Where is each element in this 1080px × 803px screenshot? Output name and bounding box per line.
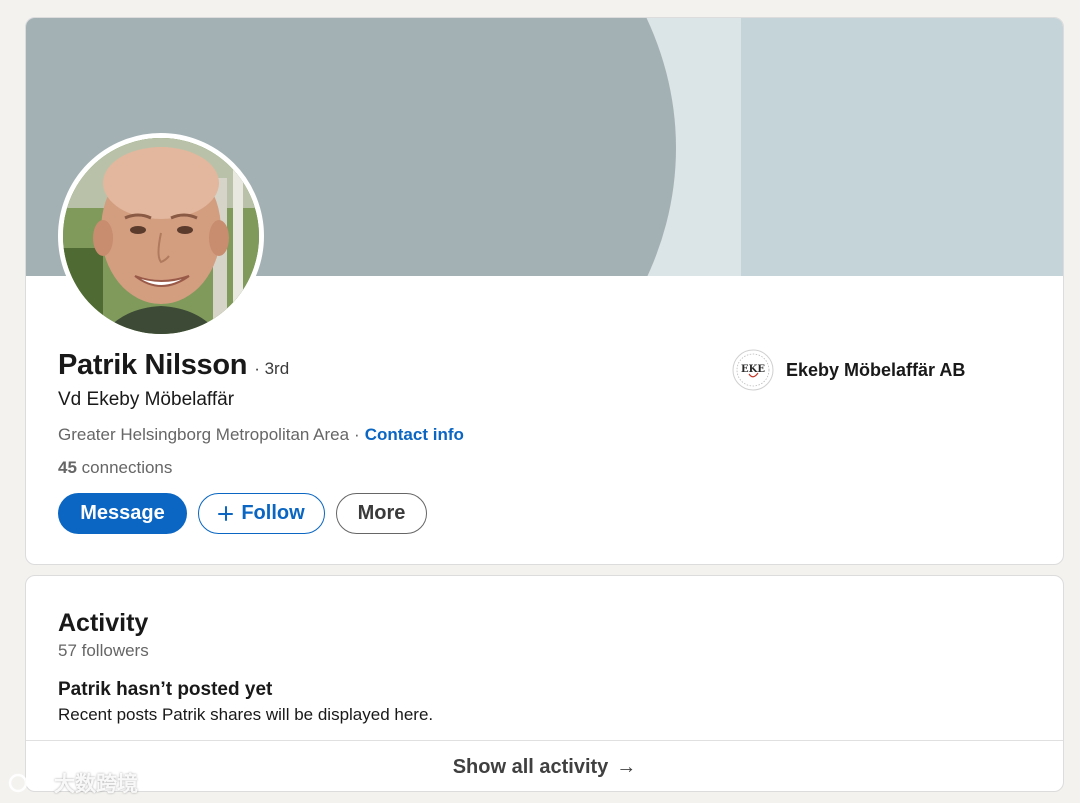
follow-button-label: Follow: [241, 502, 305, 524]
plus-icon: [218, 506, 234, 521]
more-button-label: More: [357, 502, 406, 524]
connections-link[interactable]: 45 connections: [58, 458, 172, 478]
avatar-photo: [63, 138, 259, 334]
profile-headline: Vd Ekeby Möbelaffär: [58, 389, 235, 410]
activity-footer: Show all activity →: [26, 740, 1063, 791]
current-company[interactable]: EKE Ekeby Möbelaffär AB: [731, 348, 965, 392]
profile-name: Patrik Nilsson: [58, 349, 248, 381]
connection-degree: · 3rd: [254, 359, 290, 378]
connections-count: 45: [58, 458, 77, 477]
message-button-label: Message: [80, 502, 165, 524]
arrow-right-icon: →: [616, 755, 637, 778]
location-row: Greater Helsingborg Metropolitan Area · …: [58, 425, 464, 445]
company-logo-icon: EKE: [732, 349, 774, 391]
watermark-logo-icon: [8, 773, 48, 793]
message-button[interactable]: Message: [58, 493, 187, 534]
location-separator: ·: [354, 425, 360, 444]
followers-count: 57 followers: [58, 641, 149, 660]
activity-empty-title: Patrik hasn’t posted yet: [58, 679, 273, 700]
profile-actions: Message Follow More: [58, 493, 427, 534]
activity-card: Activity 57 followers Patrik hasn’t post…: [25, 575, 1064, 792]
show-all-activity-button[interactable]: Show all activity →: [453, 756, 637, 779]
show-all-activity-label: Show all activity: [452, 755, 609, 778]
profile-location: Greater Helsingborg Metropolitan Area: [58, 425, 350, 444]
contact-info-link[interactable]: Contact info: [365, 425, 464, 445]
name-row: Patrik Nilsson · 3rd: [58, 349, 289, 382]
more-button[interactable]: More: [336, 493, 427, 534]
connections-label: connections: [81, 458, 173, 477]
watermark-text: 大数跨境: [54, 773, 138, 796]
watermark: 大数跨境: [8, 768, 138, 798]
avatar[interactable]: [58, 133, 264, 339]
activity-empty-subtitle: Recent posts Patrik shares will be displ…: [58, 705, 434, 724]
activity-title: Activity: [58, 609, 149, 637]
profile-card: Patrik Nilsson · 3rd Vd Ekeby Möbelaffär…: [25, 17, 1064, 565]
company-logo-text: EKE: [741, 364, 765, 375]
follow-button[interactable]: Follow: [198, 493, 325, 534]
company-name: Ekeby Möbelaffär AB: [786, 359, 966, 380]
company-logo: EKE: [731, 348, 775, 392]
